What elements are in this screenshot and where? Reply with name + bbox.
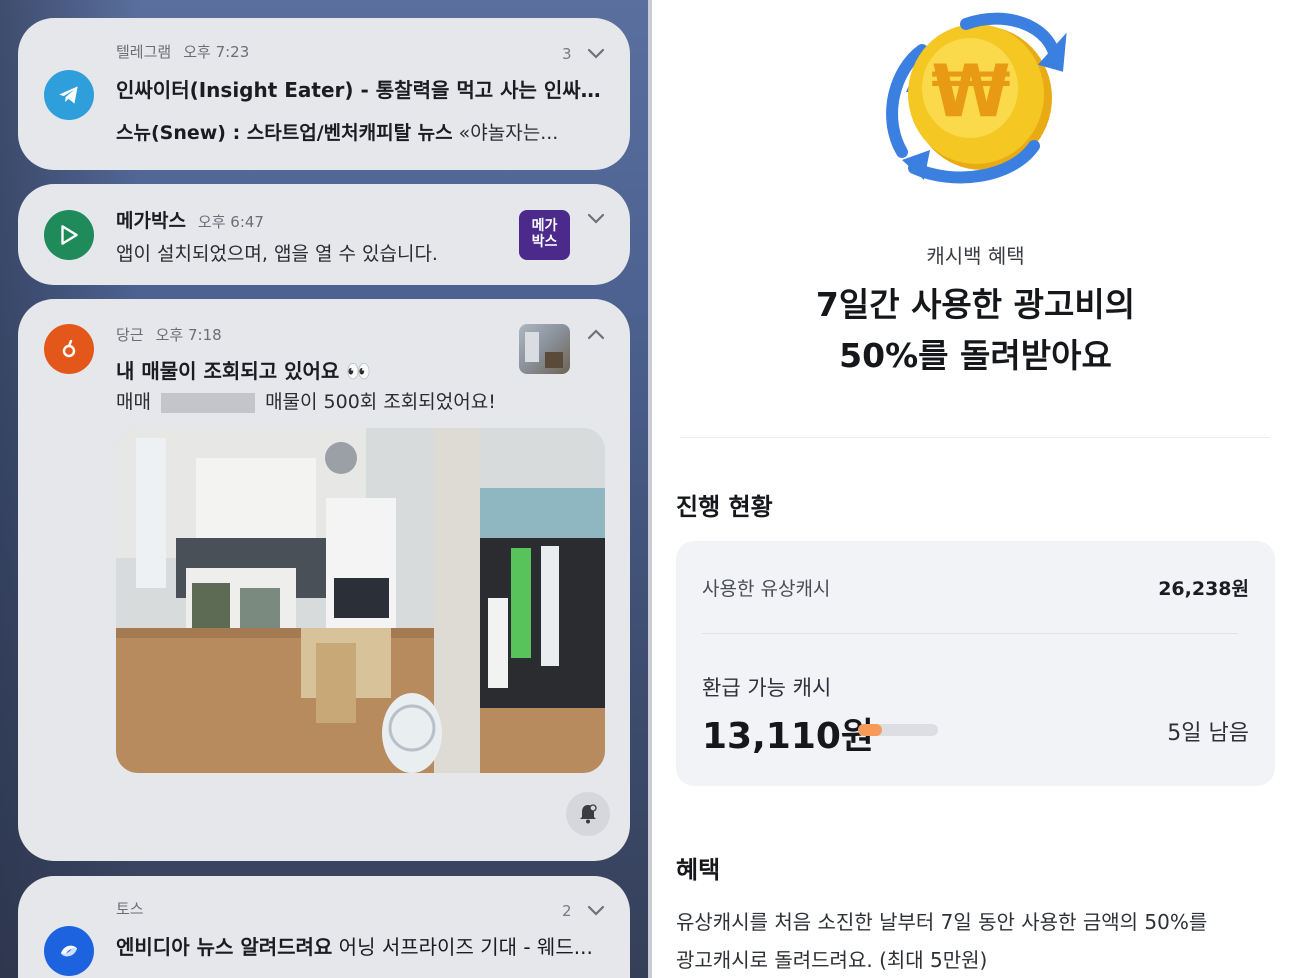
body-source: 스뉴(Snew) : 스타트업/벤처캐피탈 뉴스 bbox=[116, 122, 453, 144]
days-left: 5일 남음 bbox=[1167, 721, 1249, 746]
notification-panel: 텔레그램 오후 7:23 3 인싸이터(Insight Eater) - 통찰력을… bbox=[0, 0, 648, 978]
progress-status-card: 사용한 유상캐시 26,238원 환급 가능 캐시 13,110원 5일 남음 bbox=[676, 541, 1275, 786]
title-rest: 어닝 서프라이즈 기대 - 웨드... bbox=[332, 935, 593, 959]
notification-meta: 메가박스 오후 6:47 bbox=[116, 206, 264, 233]
notification-time: 오후 7:18 bbox=[155, 326, 222, 344]
notification-title: 인싸이터(Insight Eater) - 통찰력을 먹고 사는 인싸들... bbox=[116, 78, 616, 102]
notification-telegram[interactable]: 텔레그램 오후 7:23 3 인싸이터(Insight Eater) - 통찰력을… bbox=[18, 18, 630, 170]
notification-megabox[interactable]: 메가박스 오후 6:47 앱이 설치되었으며, 앱을 열 수 있습니다. 메가 박… bbox=[18, 184, 630, 285]
used-cash-label: 사용한 유상캐시 bbox=[702, 578, 831, 600]
megabox-logo: 메가 박스 bbox=[519, 210, 570, 260]
daangn-carrot-icon bbox=[44, 324, 94, 374]
notification-time: 오후 6:47 bbox=[197, 213, 264, 231]
progress-section-title: 진행 현황 bbox=[676, 493, 773, 521]
telegram-icon bbox=[44, 70, 94, 120]
coin-refund-icon: ₩ bbox=[886, 12, 1067, 184]
notification-toss[interactable]: 토스 2 엔비디아 뉴스 알려드려요 어닝 서프라이즈 기대 - 웨드... bbox=[18, 876, 630, 978]
cashback-label: 캐시백 혜택 bbox=[926, 244, 1025, 268]
refund-progress-bar bbox=[858, 724, 938, 736]
body-preview: «야놀자는... bbox=[452, 122, 559, 144]
notification-daangn[interactable]: 당근 오후 7:18 내 매물이 조회되고 있어요 👀 매매 매물이 500회 조… bbox=[18, 299, 630, 861]
room-photo-illustration bbox=[116, 428, 605, 773]
refund-progress-fill bbox=[858, 724, 882, 736]
play-store-icon bbox=[44, 210, 94, 260]
notification-count: 2 bbox=[562, 902, 572, 920]
cashback-headline-2: 50%를 돌려받아요 bbox=[839, 336, 1112, 375]
title-bold: 엔비디아 뉴스 알려드려요 bbox=[116, 935, 333, 959]
notification-meta: 토스 bbox=[116, 898, 156, 919]
notification-time: 오후 7:23 bbox=[183, 43, 250, 61]
benefit-description-1: 유상캐시를 처음 소진한 날부터 7일 동안 사용한 금액의 50%를 bbox=[676, 910, 1208, 934]
refund-cash-label: 환급 가능 캐시 bbox=[702, 676, 832, 700]
benefit-section-title: 혜택 bbox=[676, 856, 721, 884]
chevron-down-icon[interactable] bbox=[586, 904, 606, 918]
notification-body: 앱이 설치되었으며, 앱을 열 수 있습니다. bbox=[116, 243, 438, 265]
notification-meta: 텔레그램 오후 7:23 bbox=[116, 41, 249, 62]
app-name: 텔레그램 bbox=[116, 43, 172, 61]
app-name: 메가박스 bbox=[116, 210, 186, 232]
cashback-page: ₩ 캐시백 혜택 7일간 사용한 광고비의 50%를 돌려받아요 진행 현황 사… bbox=[652, 0, 1299, 978]
notification-title: 엔비디아 뉴스 알려드려요 어닝 서프라이즈 기대 - 웨드... bbox=[116, 931, 606, 960]
bell-snooze-icon bbox=[580, 804, 597, 824]
notification-title: 내 매물이 조회되고 있어요 👀 bbox=[116, 359, 372, 383]
body-prefix: 매매 bbox=[116, 391, 151, 413]
listing-thumbnail bbox=[519, 324, 570, 374]
card-divider bbox=[702, 633, 1238, 634]
body-suffix: 매물이 500회 조회되었어요! bbox=[265, 391, 496, 413]
notification-body: 매매 매물이 500회 조회되었어요! bbox=[116, 387, 596, 414]
listing-photo[interactable] bbox=[116, 428, 605, 773]
cashback-headline-1: 7일간 사용한 광고비의 bbox=[815, 285, 1136, 324]
app-name: 당근 bbox=[116, 326, 144, 344]
refund-cash-value: 13,110원 bbox=[702, 716, 875, 757]
benefit-description-2: 광고캐시로 돌려드려요. (최대 5만원) bbox=[676, 948, 988, 972]
notification-count: 3 bbox=[562, 45, 572, 63]
used-cash-value: 26,238원 bbox=[1158, 578, 1249, 600]
svg-text:₩: ₩ bbox=[931, 49, 1010, 133]
chevron-up-icon[interactable] bbox=[586, 327, 606, 341]
chevron-down-icon[interactable] bbox=[586, 212, 606, 226]
notification-bell-button[interactable] bbox=[566, 792, 610, 836]
redacted-address bbox=[161, 392, 256, 413]
chevron-down-icon[interactable] bbox=[586, 47, 606, 61]
app-name: 토스 bbox=[116, 900, 144, 918]
notification-body: 스뉴(Snew) : 스타트업/벤처캐피탈 뉴스 «야놀자는... bbox=[116, 118, 596, 145]
notification-meta: 당근 오후 7:18 bbox=[116, 324, 222, 345]
section-divider bbox=[680, 437, 1270, 438]
toss-icon bbox=[44, 926, 94, 976]
